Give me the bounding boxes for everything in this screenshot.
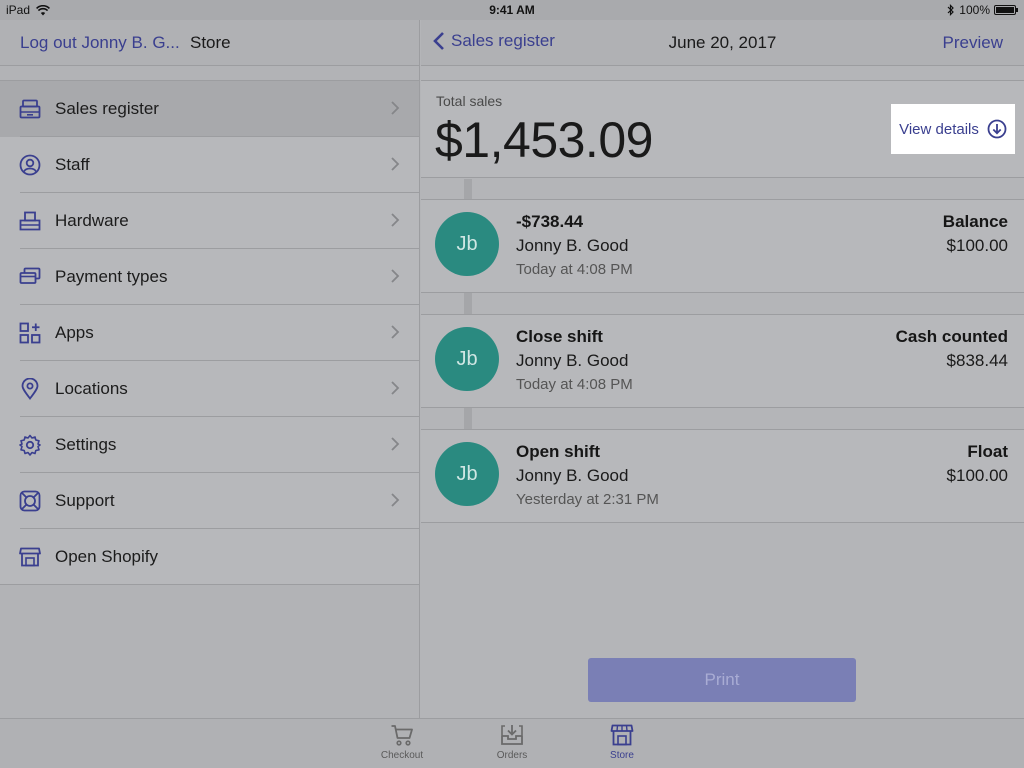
sidebar-nav-bar: Log out Jonny B. G... Store [0,20,419,66]
lifebuoy-icon [19,490,41,512]
sidebar-item-label: Support [55,491,115,510]
chevron-right-icon [391,325,400,339]
chevron-right-icon [391,493,400,507]
sidebar-item-hardware[interactable]: Hardware [0,193,419,249]
tab-bar: Checkout Orders Store [0,718,1024,768]
print-button[interactable]: Print [588,658,856,702]
entry-staff-name: Jonny B. Good [516,351,629,370]
chevron-right-icon [391,101,400,115]
bluetooth-icon [947,4,955,16]
chevron-right-icon [391,213,400,227]
entry-title: Close shift [516,327,603,346]
preview-button[interactable]: Preview [943,33,1003,53]
avatar: Jb [435,327,499,391]
tab-label: Orders [496,750,528,761]
register-entry[interactable]: Jb Open shift Jonny B. Good Yesterday at… [421,429,1024,523]
timeline-connector [464,179,472,199]
chevron-right-icon [391,269,400,283]
sidebar-item-payment-types[interactable]: Payment types [0,249,419,305]
entry-title: -$738.44 [516,212,584,231]
sidebar-item-open-shopify[interactable]: Open Shopify [0,529,419,585]
sidebar-item-label: Staff [55,155,90,174]
entry-staff-name: Jonny B. Good [516,236,629,255]
total-sales-amount: $1,453.09 [435,112,653,168]
sidebar-item-apps[interactable]: Apps [0,305,419,361]
cart-icon [391,725,413,746]
entry-right-label: Float [967,442,1008,461]
timeline-connector [464,408,472,429]
sidebar-item-label: Open Shopify [55,547,159,566]
status-time: 9:41 AM [489,3,535,17]
sidebar-item-label: Locations [55,379,128,398]
entry-timestamp: Today at 4:08 PM [516,261,633,278]
avatar: Jb [435,442,499,506]
page-title: June 20, 2017 [668,33,777,52]
user-circle-icon [19,154,41,176]
register-entry[interactable]: Jb -$738.44 Jonny B. Good Today at 4:08 … [421,199,1024,293]
sidebar-item-locations[interactable]: Locations [0,361,419,417]
store-sidebar: Log out Jonny B. G... Store Sales regist… [0,20,420,718]
entry-staff-name: Jonny B. Good [516,466,629,485]
detail-nav-bar: Sales register June 20, 2017 Preview [421,20,1024,66]
entry-right-label: Cash counted [895,327,1008,346]
avatar: Jb [435,212,499,276]
entry-right-value: $100.00 [946,466,1008,485]
sidebar-item-settings[interactable]: Settings [0,417,419,473]
sidebar-item-label: Payment types [55,267,168,286]
location-pin-icon [19,378,41,400]
battery-percent: 100% [959,3,990,17]
chevron-right-icon [391,157,400,171]
sidebar-title: Store [190,33,231,52]
orders-tray-icon [501,725,523,745]
sidebar-item-label: Hardware [55,211,129,230]
entry-title: Open shift [516,442,601,461]
sales-register-detail: Sales register June 20, 2017 Preview Tot… [421,20,1024,718]
view-details-label: View details [899,120,979,138]
cards-icon [19,266,41,288]
entry-right-value: $838.44 [946,351,1008,370]
timeline-connector [464,293,472,314]
entry-timestamp: Yesterday at 2:31 PM [516,491,659,508]
register-icon [19,98,41,120]
battery-icon [994,5,1018,15]
entry-right-label: Balance [942,212,1008,231]
logout-link[interactable]: Log out Jonny B. G... [20,33,180,53]
printer-icon [19,210,41,232]
sidebar-item-label: Settings [55,435,117,454]
register-entry[interactable]: Jb Close shift Jonny B. Good Today at 4:… [421,314,1024,408]
download-circle-icon [987,119,1007,139]
apps-grid-icon [19,322,41,344]
tab-label: Store [610,750,634,761]
tab-store[interactable]: Store [587,723,657,761]
entry-timestamp: Today at 4:08 PM [516,376,633,393]
tab-orders[interactable]: Orders [477,723,547,761]
gear-icon [19,434,41,456]
chevron-right-icon [391,437,400,451]
total-sales-label: Total sales [436,93,503,109]
sidebar-item-sales-register[interactable]: Sales register [0,81,419,137]
chevron-right-icon [391,381,400,395]
entry-right-value: $100.00 [946,236,1008,255]
storefront-icon [19,546,41,568]
store-menu: Sales register Staff Hardware Payment ty… [0,80,419,585]
sidebar-item-label: Sales register [55,99,159,118]
tab-label: Checkout [380,750,424,761]
sidebar-item-label: Apps [55,323,94,342]
sidebar-item-support[interactable]: Support [0,473,419,529]
total-sales-card: Total sales $1,453.09 View details [421,80,1024,178]
tab-checkout[interactable]: Checkout [367,723,437,761]
storefront-icon [610,724,634,746]
view-details-button[interactable]: View details [891,104,1015,154]
status-bar: iPad 9:41 AM 100% [0,0,1024,20]
sidebar-item-staff[interactable]: Staff [0,137,419,193]
